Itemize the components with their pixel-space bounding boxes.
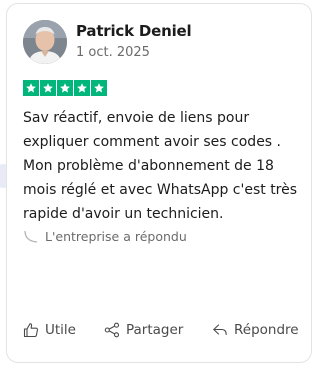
reply-label: Répondre [234,322,299,338]
reply-curve-icon [24,230,38,243]
share-button[interactable]: Partager [104,322,183,338]
review-card: Patrick Deniel 1 oct. 2025 Sav réactif, … [6,3,312,363]
reviewer-name[interactable]: Patrick Deniel [76,22,192,40]
star-icon [23,80,39,96]
avatar-photo [23,20,67,64]
star-icon [91,80,107,96]
useful-label: Utile [45,322,76,338]
useful-button[interactable]: Utile [23,322,76,338]
star-icon [57,80,73,96]
share-label: Partager [126,322,184,338]
company-reply-indicator[interactable]: L'entreprise a répondu [23,229,187,244]
company-reply-label: L'entreprise a répondu [45,229,187,244]
star-icon [40,80,56,96]
star-rating [23,80,107,96]
avatar [23,20,67,64]
review-date: 1 oct. 2025 [76,45,150,60]
reply-button[interactable]: Répondre [212,322,299,338]
review-text: Sav réactif, envoie de liens pour expliq… [23,110,298,222]
share-icon [104,322,120,338]
star-icon [74,80,90,96]
review-actions: Utile Partager Répondre [23,322,309,342]
thumbs-up-icon [23,323,38,338]
reply-arrow-icon [213,324,227,336]
